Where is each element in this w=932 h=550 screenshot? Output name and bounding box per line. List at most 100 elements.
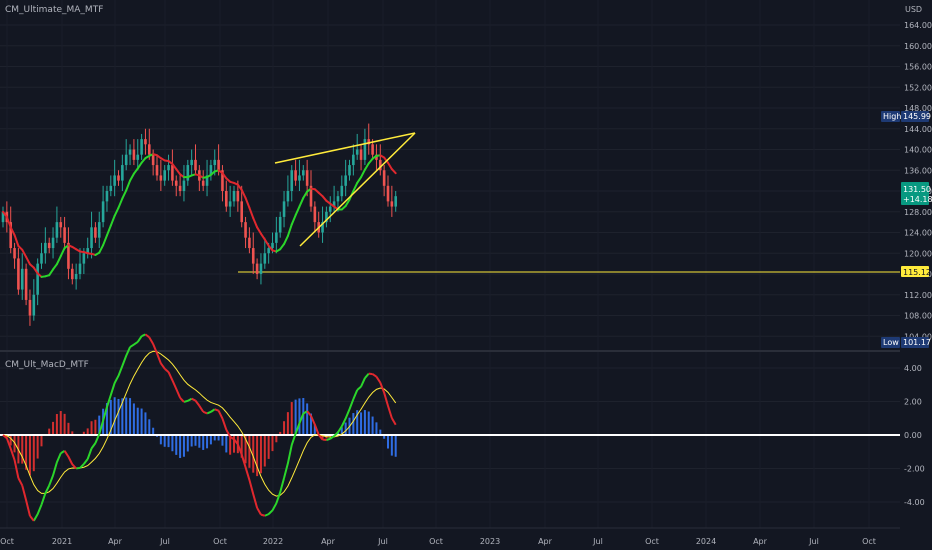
candle-body [82,253,86,264]
candle-body [74,274,78,280]
currency-label: USD [905,5,922,14]
candle-body [363,139,367,160]
ma-segment [302,190,309,199]
time-label: 2022 [263,537,283,546]
support-tag: 115.12 [901,266,931,277]
ma-segment [59,247,66,258]
candle-body [159,175,163,181]
macd-tick-label: 4.00 [904,364,922,373]
ma-segment [294,205,301,217]
macd-bar [221,435,224,446]
macd-bar [190,435,193,447]
macd-bar [387,435,389,449]
ma-segment [25,255,31,266]
low-tag-value: 101.17 [903,338,931,347]
chart-canvas[interactable]: USD 164.00160.00156.00152.00148.00144.00… [0,0,932,550]
candle-body [140,139,143,155]
candle-body [359,149,363,160]
macd-bar [194,435,197,446]
candle-body [225,191,228,207]
candle-body [128,149,132,155]
macd-bar [225,435,228,453]
macd-bar [144,412,147,435]
candle-body [40,253,43,264]
macd-bar [40,435,43,447]
grid [0,0,900,528]
candle-body [32,294,36,316]
time-label: Oct [0,537,14,546]
candle-body [117,175,120,181]
macd-bar [290,402,293,435]
candle-body [217,159,220,171]
macd-bar [352,413,355,435]
high-tag-value: 145.99 [903,112,931,121]
macd-bar [271,435,274,452]
macd-indicator-label[interactable]: CM_Ult_MacD_MTF [5,360,89,370]
macd-bar [286,412,289,435]
macd-bar [375,422,378,435]
ma-segment [98,244,105,254]
candle-body [305,170,309,186]
macd-bar [198,435,201,448]
ma-segment [298,196,305,208]
macd-bar [59,411,62,435]
ma-segment [360,168,366,179]
macd-bar [28,435,31,476]
candlestick-series[interactable] [1,123,397,326]
macd-bar [90,421,93,435]
candle-body [298,175,301,181]
ma-segment [102,234,108,247]
candle-body [47,242,51,249]
price-tick-label: 140.00 [904,146,932,155]
candle-body [313,206,317,223]
candle-body [213,159,217,166]
macd-bar [175,435,178,455]
time-axis[interactable]: Oct 2021 Apr Jul Oct 2022 Apr Jul Oct 2023 Apr Jul O… [0,527,900,546]
candle-body [105,191,109,202]
candle-body [244,222,247,238]
high-tag-label: High [883,112,901,121]
macd-bar [132,403,135,435]
macd-bar [67,422,70,435]
candle-body [271,242,274,249]
candle-body [340,185,344,197]
candle-body [20,268,24,290]
ma-segment [356,176,363,184]
price-indicator-label[interactable]: CM_Ultimate_MA_MTF [5,5,103,15]
macd-bar [186,435,189,452]
ma-segment [136,161,143,170]
candle-body [348,165,351,176]
macd-tick-label: -2.00 [904,465,925,474]
high-tag: High 145.99 [881,111,931,122]
ma-segment [283,234,289,246]
macd-bar [113,397,116,435]
ma-segment [363,162,370,171]
macd-bar [344,422,347,435]
macd-zero-tag: 0.00 [904,431,922,440]
price-axis[interactable]: USD 164.00160.00156.00152.00148.00144.00… [904,5,932,341]
price-tick-label: 120.00 [904,249,932,258]
candle-body [255,263,259,274]
macd-bar [209,435,212,445]
candle-body [294,170,297,181]
macd-histogram[interactable] [2,397,397,477]
candle-body [90,227,93,249]
candle-body [94,227,97,238]
candle-body [263,253,267,264]
candle-body [194,159,197,171]
time-label: 2024 [696,537,716,546]
time-label: Oct [429,537,443,546]
price-tick-label: 128.00 [904,208,932,217]
candle-body [59,222,63,228]
candle-body [44,242,47,254]
wedge-upper-trendline[interactable] [274,132,416,164]
candle-body [186,165,190,181]
macd-bar [267,435,270,459]
candle-body [267,248,270,254]
price-tick-label: 136.00 [904,166,932,175]
macd-bar [117,398,120,435]
price-tick-label: 144.00 [904,125,932,134]
macd-bar [371,416,374,435]
candle-body [148,144,151,155]
ma-segment [248,206,255,220]
